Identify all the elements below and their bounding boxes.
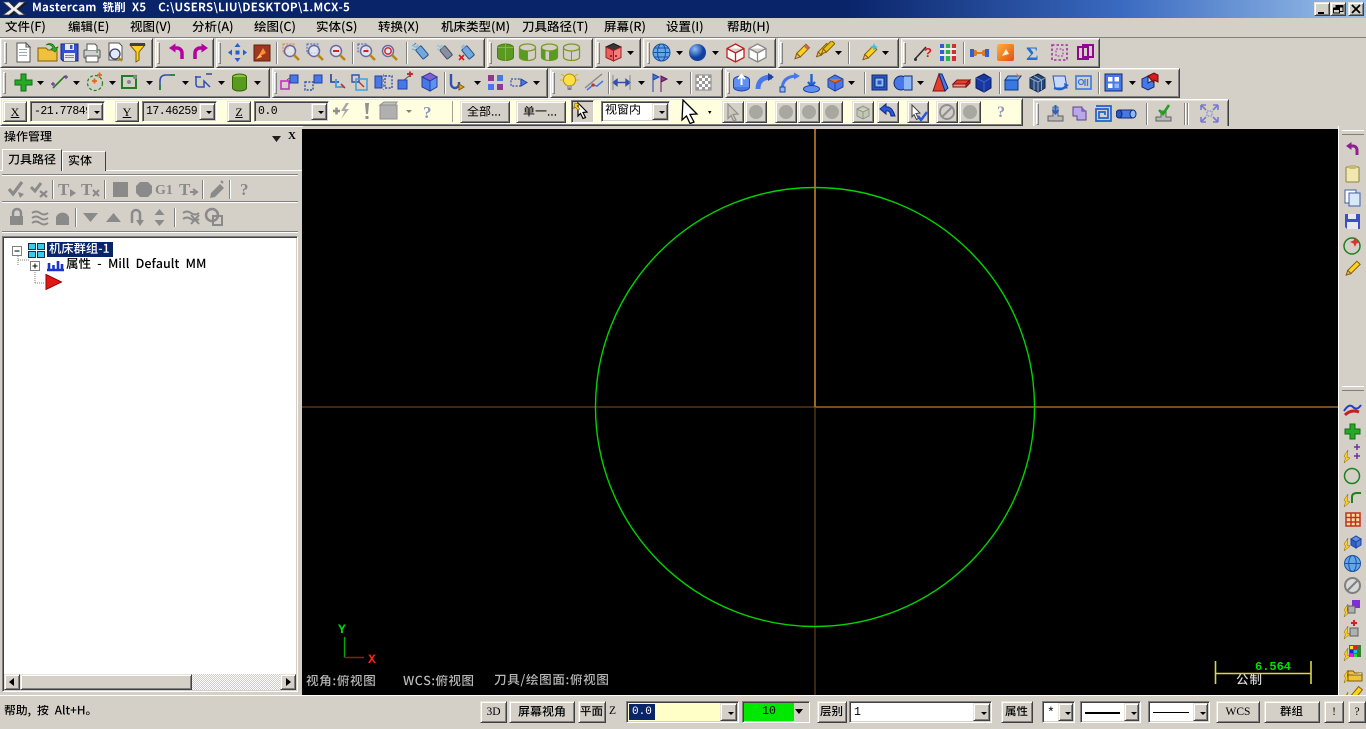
- svg-text:?: ?: [997, 104, 1005, 121]
- svg-text:?: ?: [924, 45, 932, 60]
- svg-text:G1: G1: [155, 183, 173, 198]
- svg-text:T: T: [81, 180, 93, 199]
- svg-text:6.564: 6.564: [1255, 660, 1291, 674]
- svg-text:?: ?: [423, 103, 432, 122]
- svg-text:Y: Y: [338, 622, 346, 637]
- svg-text:?: ?: [240, 180, 249, 199]
- svg-text:T: T: [179, 180, 191, 199]
- svg-text:X: X: [368, 652, 376, 667]
- svg-text:Σ: Σ: [1026, 44, 1038, 64]
- svg-text:T: T: [58, 180, 70, 199]
